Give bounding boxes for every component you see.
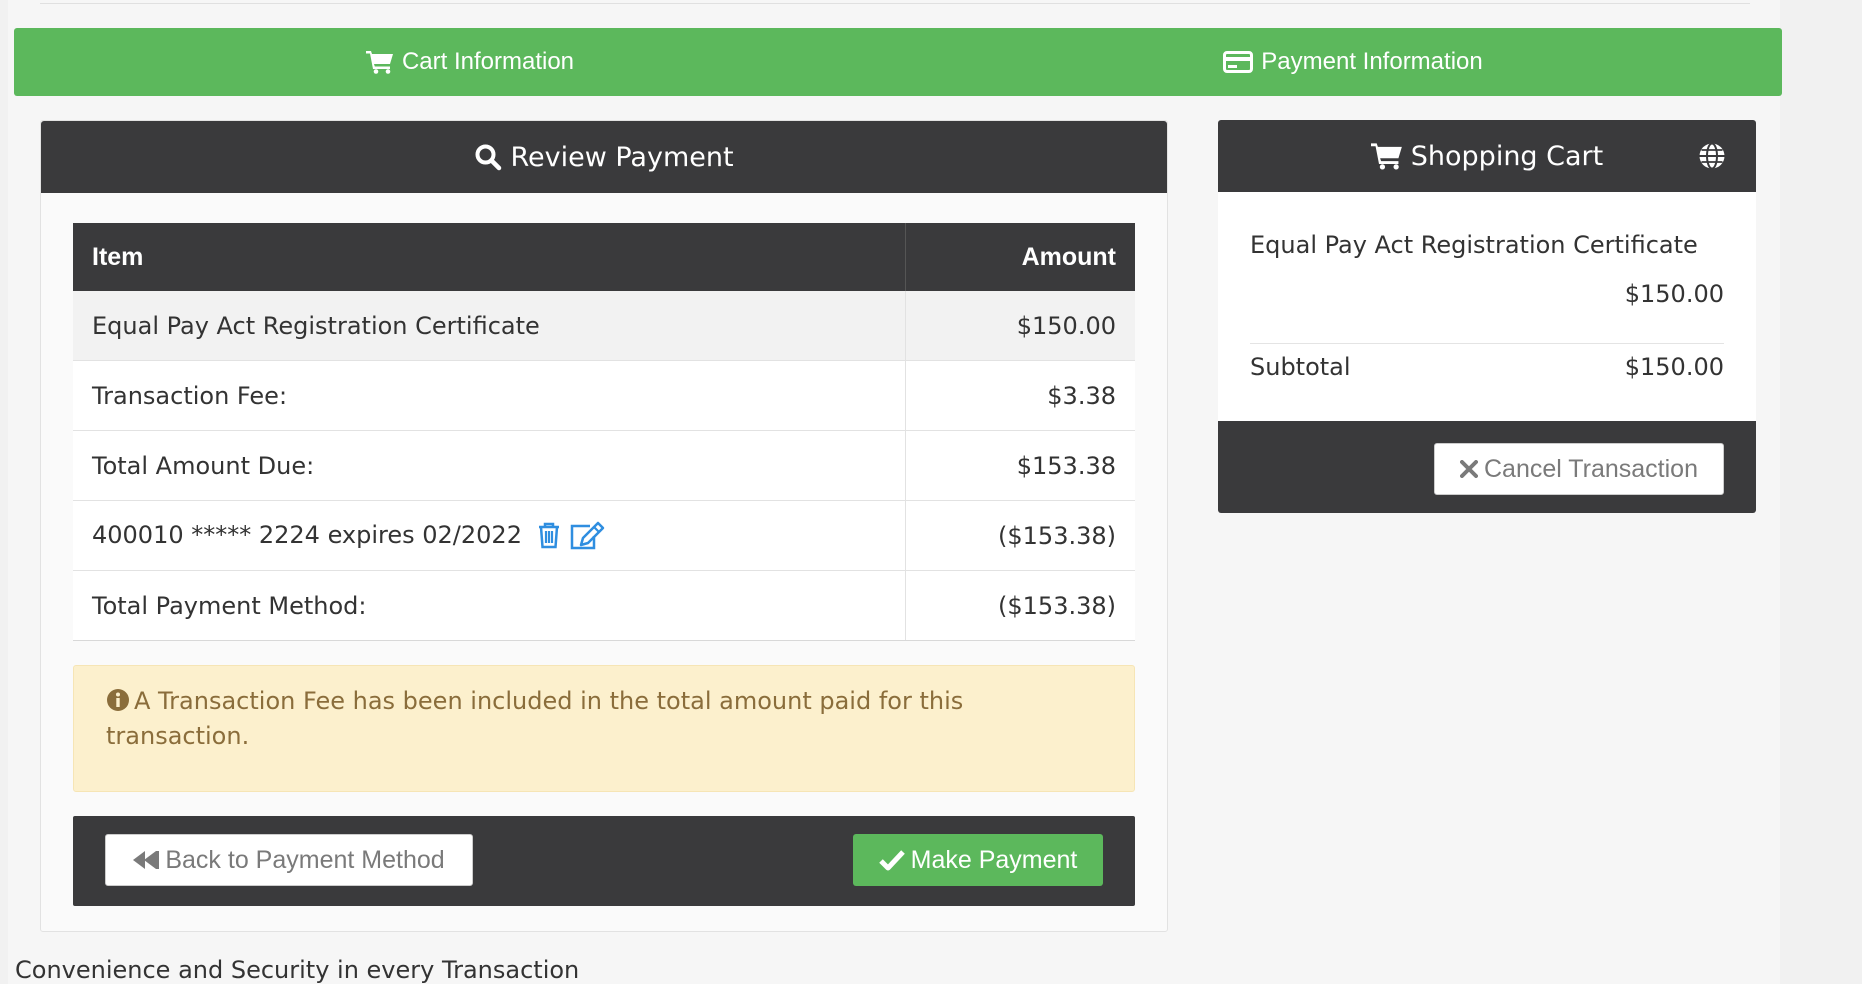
back-to-payment-method-button[interactable]: Back to Payment Method: [105, 834, 473, 886]
table-header-row: Item Amount: [73, 223, 1135, 291]
step-payment-information[interactable]: Payment Information: [1003, 28, 1703, 96]
check-icon: [878, 850, 905, 871]
footer-tagline: Convenience and Security in every Transa…: [15, 956, 580, 984]
close-icon: [1459, 460, 1478, 478]
make-payment-label: Make Payment: [910, 845, 1078, 874]
cart-item-amount: $150.00: [1624, 280, 1724, 308]
cart-footer: Cancel Transaction: [1218, 421, 1756, 513]
cart-panel-header: Shopping Cart: [1218, 120, 1756, 192]
top-divider: [40, 3, 1750, 4]
cart-item-name: Equal Pay Act Registration Certificate: [1250, 231, 1698, 259]
row-total-due-amount: $153.38: [905, 430, 1135, 501]
review-panel-title: Review Payment: [510, 141, 734, 173]
step-progress-bar: Cart Information Payment Information: [14, 28, 1782, 96]
table-row: Total Payment Method: ($153.38): [73, 570, 1135, 641]
row-item-amount: $150.00: [905, 291, 1135, 361]
back-button-label: Back to Payment Method: [165, 845, 445, 874]
row-fee-amount: $3.38: [905, 360, 1135, 431]
table-row: 400010 ***** 2224 expires 02/2022 ($153.…: [73, 500, 1135, 571]
column-header-amount: Amount: [905, 223, 1135, 291]
row-total-method-label: Total Payment Method:: [73, 570, 906, 641]
review-panel-header: Review Payment: [41, 121, 1167, 193]
row-total-method-amount: ($153.38): [905, 570, 1135, 641]
cart-icon: [1370, 143, 1402, 170]
review-table: Item Amount Equal Pay Act Registration C…: [73, 223, 1135, 641]
row-card-label: 400010 ***** 2224 expires 02/2022: [92, 520, 522, 549]
table-row: Equal Pay Act Registration Certificate $…: [73, 291, 1135, 361]
cart-body: Equal Pay Act Registration Certificate $…: [1218, 192, 1756, 421]
step-payment-label: Payment Information: [1261, 48, 1483, 75]
review-action-bar: Back to Payment Method Make Payment: [73, 816, 1135, 906]
cancel-transaction-button[interactable]: Cancel Transaction: [1434, 443, 1724, 495]
table-row: Total Amount Due: $153.38: [73, 430, 1135, 501]
shopping-cart-panel: Shopping Cart Equal Pay Act Registration…: [1218, 120, 1756, 513]
step-cart-label: Cart Information: [401, 48, 575, 75]
cart-divider: [1250, 343, 1724, 344]
row-item-label: Equal Pay Act Registration Certificate: [73, 291, 906, 361]
column-header-item: Item: [73, 223, 906, 291]
transaction-fee-alert: A Transaction Fee has been included in t…: [73, 665, 1135, 792]
step-cart-information[interactable]: Cart Information: [120, 28, 820, 96]
row-fee-label: Transaction Fee:: [73, 360, 906, 431]
globe-icon[interactable]: [1698, 142, 1726, 170]
make-payment-button[interactable]: Make Payment: [853, 834, 1103, 886]
row-card-cell: 400010 ***** 2224 expires 02/2022: [73, 500, 906, 571]
row-total-due-label: Total Amount Due:: [73, 430, 906, 501]
cart-subtotal-amount: $150.00: [1624, 353, 1724, 381]
info-icon: [107, 689, 129, 711]
trash-icon[interactable]: [536, 521, 562, 549]
edit-icon[interactable]: [568, 521, 606, 551]
alert-text: A Transaction Fee has been included in t…: [106, 687, 964, 750]
row-card-amount: ($153.38): [905, 500, 1135, 571]
review-payment-panel: Review Payment Item Amount Equal Pay Act…: [40, 120, 1168, 932]
cancel-button-label: Cancel Transaction: [1483, 454, 1698, 483]
backward-icon: [133, 851, 160, 869]
cart-subtotal-label: Subtotal: [1250, 353, 1351, 381]
search-icon: [475, 144, 502, 171]
credit-card-icon: [1223, 51, 1254, 73]
cart-panel-title: Shopping Cart: [1410, 140, 1604, 172]
table-row: Transaction Fee: $3.38: [73, 360, 1135, 431]
cart-icon: [365, 51, 393, 74]
